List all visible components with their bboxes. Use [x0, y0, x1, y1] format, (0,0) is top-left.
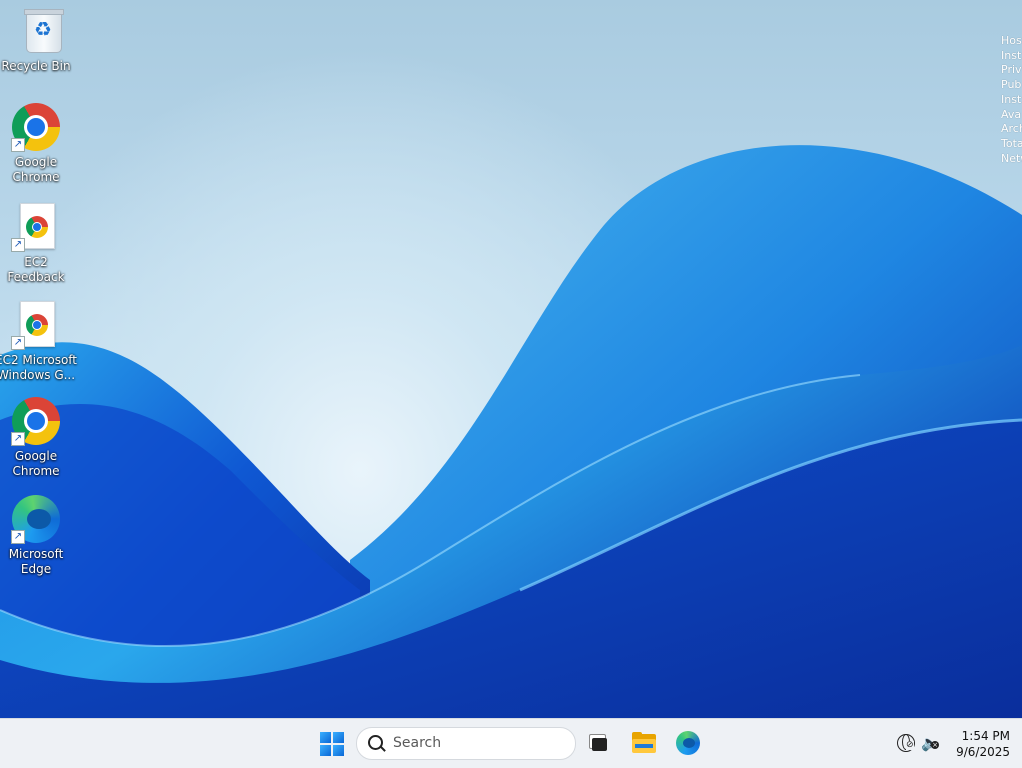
- sysinfo-line: Ava: [1001, 107, 1022, 121]
- shortcut-arrow-icon: ↗: [11, 238, 25, 252]
- task-view-icon-layer: [592, 738, 607, 751]
- sysinfo-line: Tota: [1001, 136, 1022, 150]
- sysinfo-line: Hos: [1001, 34, 1022, 47]
- recycle-bin-icon: ♻: [24, 9, 64, 53]
- desktop-icon-microsoft-edge[interactable]: ↗ Microsoft Edge: [0, 494, 72, 577]
- taskbar-search-box[interactable]: Search: [356, 727, 576, 760]
- shortcut-arrow-icon: ↗: [11, 530, 25, 544]
- sysinfo-line: Netw: [1001, 151, 1022, 165]
- sysinfo-line: Arch: [1001, 122, 1022, 136]
- chrome-document-icon: [20, 203, 55, 249]
- task-view-button[interactable]: [580, 725, 616, 761]
- taskbar: Search 🔈× 1:54 PM 9/6/2025: [0, 718, 1022, 768]
- sysinfo-line: Priv: [1001, 63, 1022, 77]
- network-globe-icon[interactable]: [897, 734, 915, 752]
- chrome-document-icon: [20, 301, 55, 347]
- desktop-icon-ec2-feedback[interactable]: ↗ EC2 Feedback: [0, 202, 72, 285]
- desktop-icon-label: EC2 Microsoft Windows G...: [0, 353, 78, 382]
- desktop-icon-google-chrome-2[interactable]: ↗ Google Chrome: [0, 396, 72, 479]
- taskbar-clock[interactable]: 1:54 PM 9/6/2025: [946, 728, 1010, 760]
- sysinfo-line: Pub: [1001, 78, 1022, 92]
- desktop-icon-google-chrome[interactable]: ↗ Google Chrome: [0, 102, 72, 185]
- shortcut-arrow-icon: ↗: [11, 432, 25, 446]
- desktop-icon-label: Recycle Bin: [1, 59, 71, 73]
- desktop-icon-label: Google Chrome: [12, 155, 60, 184]
- file-explorer-button[interactable]: [626, 725, 662, 761]
- clock-date: 9/6/2025: [956, 745, 1010, 759]
- shortcut-arrow-icon: ↗: [11, 138, 25, 152]
- edge-taskbar-button[interactable]: [670, 725, 706, 761]
- windows-logo-icon: [320, 732, 344, 756]
- desktop-icon-label: EC2 Feedback: [7, 255, 65, 284]
- clock-time: 1:54 PM: [961, 729, 1010, 743]
- desktop-wallpaper: [0, 0, 1022, 718]
- search-icon: [368, 735, 383, 750]
- wave-artwork: [0, 145, 1022, 718]
- edge-icon: [676, 731, 700, 755]
- desktop-icon-ec2-microsoft-windows[interactable]: ↗ EC2 Microsoft Windows G...: [0, 300, 77, 383]
- folder-icon-stripe: [635, 744, 653, 748]
- desktop-icon-label: Microsoft Edge: [8, 547, 64, 576]
- start-button[interactable]: [313, 725, 349, 761]
- speaker-muted-icon[interactable]: 🔈×: [921, 734, 940, 752]
- desktop-icon-recycle-bin[interactable]: ♻ Recycle Bin: [0, 6, 72, 74]
- desktop-icon-label: Google Chrome: [12, 449, 60, 478]
- shortcut-arrow-icon: ↗: [11, 336, 25, 350]
- sysinfo-line: Inst: [1001, 48, 1022, 62]
- system-info-overlay: Hos Inst Priv Pub Inst Ava Arch Tota Net…: [1001, 34, 1022, 166]
- search-placeholder: Search: [393, 735, 442, 751]
- sysinfo-line: Inst: [1001, 92, 1022, 106]
